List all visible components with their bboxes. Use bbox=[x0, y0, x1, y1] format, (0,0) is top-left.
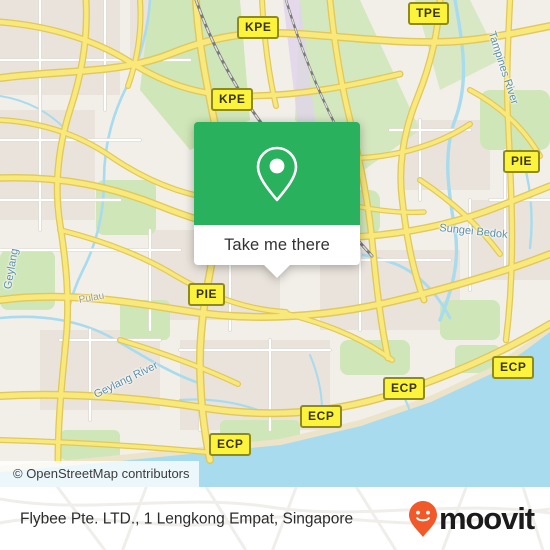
moovit-pin-icon bbox=[408, 500, 438, 538]
map-pin-icon bbox=[253, 144, 301, 204]
moovit-map-screenshot: KPE TPE KPE PIE PIE ECP ECP ECP ECP Tamp… bbox=[0, 0, 550, 550]
popup-header bbox=[194, 122, 360, 225]
highway-shield-kpe-1[interactable]: KPE bbox=[237, 16, 280, 39]
highway-shield-ecp-4[interactable]: ECP bbox=[209, 433, 252, 456]
bottom-info-bar: Flybee Pte. LTD., 1 Lengkong Empat, Sing… bbox=[0, 487, 550, 550]
highway-shield-pie-1[interactable]: PIE bbox=[503, 150, 541, 173]
address-label: Flybee Pte. LTD., 1 Lengkong Empat, Sing… bbox=[20, 509, 354, 527]
location-popup-card[interactable]: Take me there bbox=[194, 122, 360, 278]
popup-tail-pointer bbox=[264, 265, 290, 278]
moovit-brand[interactable]: moovit bbox=[408, 500, 535, 538]
osm-attribution[interactable]: © OpenStreetMap contributors bbox=[0, 461, 199, 487]
map-canvas[interactable]: KPE TPE KPE PIE PIE ECP ECP ECP ECP Tamp… bbox=[0, 0, 550, 487]
take-me-there-button[interactable]: Take me there bbox=[194, 225, 360, 265]
highway-shield-ecp-1[interactable]: ECP bbox=[492, 356, 535, 379]
highway-shield-pie-2[interactable]: PIE bbox=[188, 283, 226, 306]
moovit-wordmark: moovit bbox=[438, 501, 535, 536]
highway-shield-ecp-3[interactable]: ECP bbox=[300, 405, 343, 428]
take-me-there-label: Take me there bbox=[224, 235, 330, 254]
highway-shield-kpe-2[interactable]: KPE bbox=[211, 88, 254, 111]
highway-shield-ecp-2[interactable]: ECP bbox=[383, 377, 426, 400]
highway-shield-tpe[interactable]: TPE bbox=[408, 2, 450, 25]
